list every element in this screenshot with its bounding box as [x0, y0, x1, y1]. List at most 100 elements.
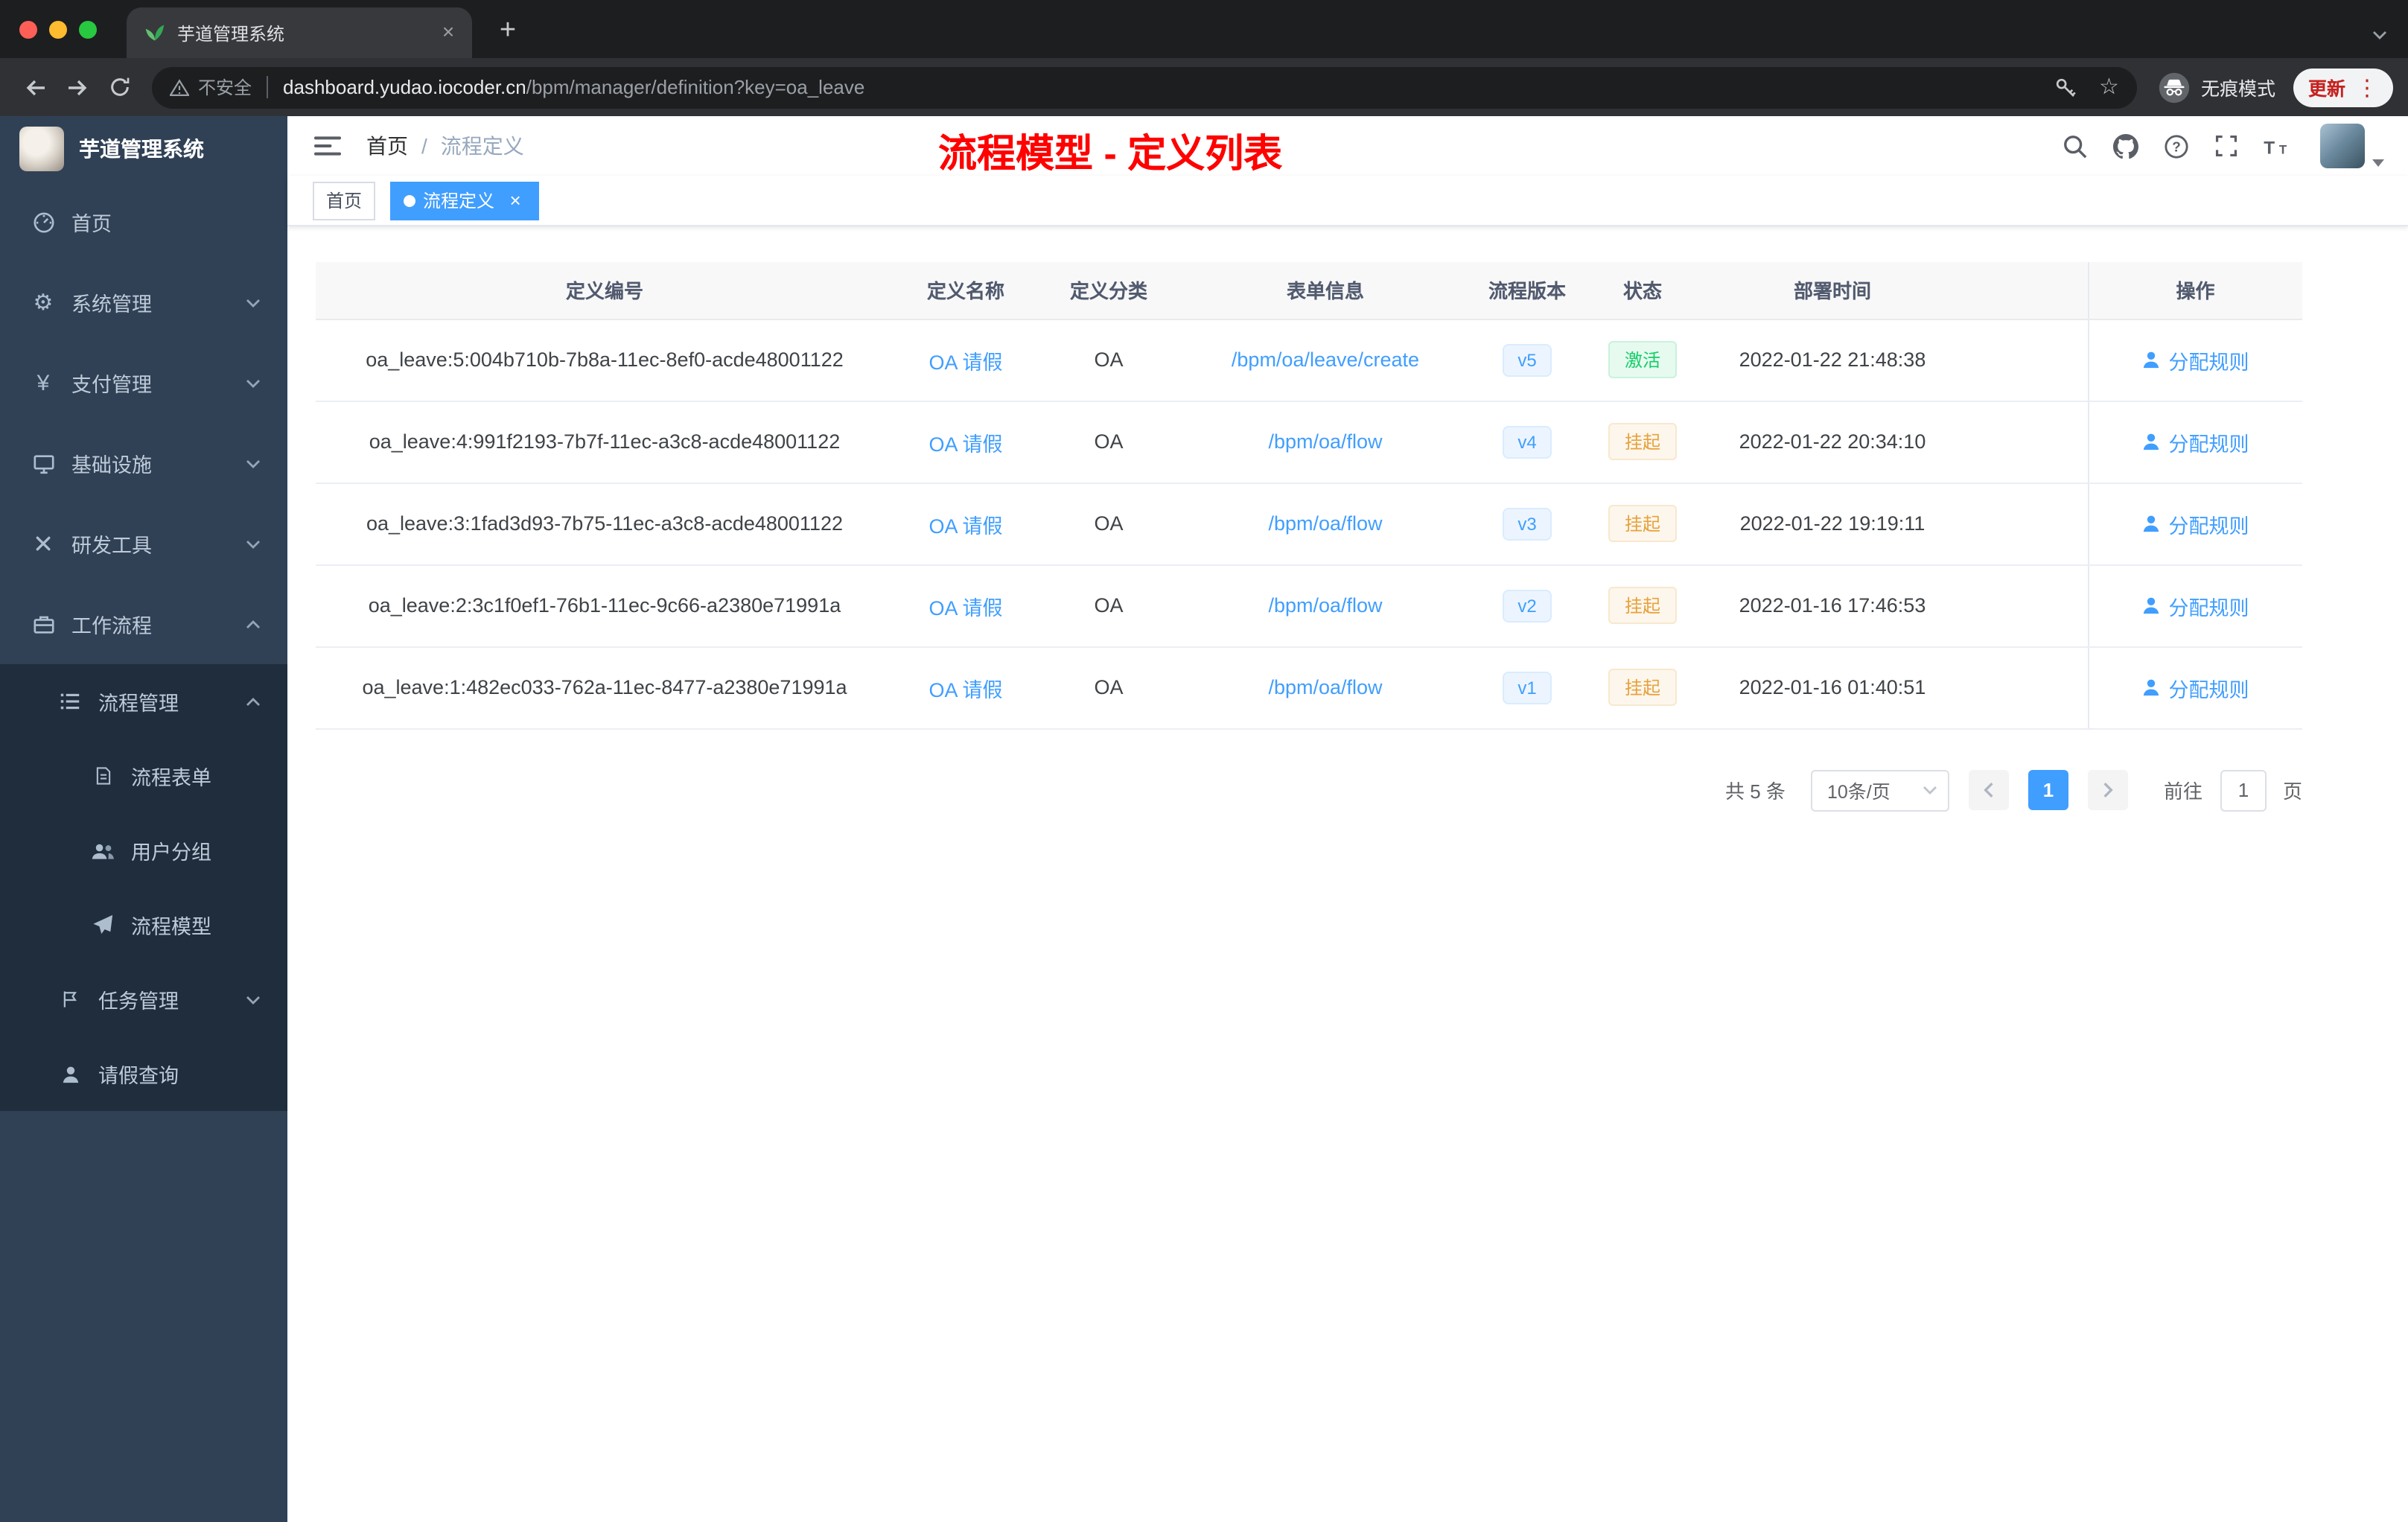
bookmark-star-icon[interactable]: ☆	[2099, 76, 2119, 98]
new-tab-button[interactable]: +	[487, 10, 529, 52]
top-navbar: 首页 / 流程定义 流程模型 - 定义列表 ? TT	[287, 116, 2408, 176]
column-header-version: 流程版本	[1471, 262, 1583, 319]
sidebar-item-system[interactable]: ⚙ 系统管理	[0, 262, 287, 343]
tab-close-icon[interactable]: ×	[436, 20, 460, 45]
goto-page-input[interactable]	[2220, 769, 2267, 811]
page-number-button[interactable]: 1	[2028, 770, 2068, 810]
definition-name-link[interactable]: OA 请假	[929, 351, 1002, 373]
assign-rule-label: 分配规则	[2168, 596, 2249, 619]
assign-rule-link[interactable]: 分配规则	[2142, 345, 2249, 375]
url-text: dashboard.yudao.iocoder.cn/bpm/manager/d…	[283, 76, 864, 98]
form-info-link[interactable]: /bpm/oa/flow	[1268, 512, 1382, 535]
github-icon[interactable]	[2113, 133, 2138, 159]
sidebar-filler	[0, 1111, 287, 1522]
user-menu[interactable]	[2320, 124, 2384, 168]
address-bar[interactable]: 不安全 dashboard.yudao.iocoder.cn/bpm/manag…	[152, 66, 2137, 108]
browser-update-button[interactable]: 更新 ⋮	[2293, 68, 2393, 106]
form-info-link[interactable]: /bpm/oa/flow	[1268, 676, 1382, 698]
definition-name-link[interactable]: OA 请假	[929, 433, 1002, 455]
sidebar-item-home[interactable]: 首页	[0, 182, 287, 262]
fullscreen-icon[interactable]	[2214, 134, 2238, 158]
breadcrumb-home[interactable]: 首页	[366, 131, 408, 161]
sidebar-item-leave-query[interactable]: 请假查询	[0, 1037, 287, 1111]
search-icon[interactable]	[2063, 133, 2088, 159]
deploy-time: 2022-01-16 01:40:51	[1739, 676, 1926, 698]
definition-name-link[interactable]: OA 请假	[929, 678, 1002, 701]
gear-icon: ⚙	[33, 290, 54, 315]
sidebar-item-label: 流程模型	[131, 916, 211, 938]
assign-rule-link[interactable]: 分配规则	[2142, 590, 2249, 620]
sidebar-item-task-management[interactable]: 任务管理	[0, 962, 287, 1037]
close-window-button[interactable]	[19, 21, 37, 39]
browser-menu-dots-icon[interactable]: ⋮	[2356, 74, 2378, 101]
minimize-window-button[interactable]	[49, 21, 67, 39]
status-badge: 挂起	[1608, 669, 1677, 706]
column-header-id: 定义编号	[316, 262, 894, 319]
tab-search-chevron-icon[interactable]	[2372, 30, 2387, 40]
assign-rule-link[interactable]: 分配规则	[2142, 427, 2249, 456]
sidebar-item-process-models[interactable]: 流程模型	[0, 888, 287, 962]
form-info-link[interactable]: /bpm/oa/leave/create	[1232, 348, 1419, 371]
sidebar-item-workflow[interactable]: 工作流程	[0, 584, 287, 664]
assign-rule-link[interactable]: 分配规则	[2142, 509, 2249, 538]
maximize-window-button[interactable]	[79, 21, 97, 39]
password-key-icon[interactable]	[2053, 75, 2077, 99]
version-badge: v1	[1503, 671, 1552, 704]
table-header-row: 定义编号 定义名称 定义分类 表单信息 流程版本 状态 部署时间 操作	[316, 262, 2302, 319]
font-size-icon[interactable]: TT	[2264, 135, 2292, 157]
sidebar-item-user-groups[interactable]: 用户分组	[0, 813, 287, 888]
browser-toolbar: 不安全 dashboard.yudao.iocoder.cn/bpm/manag…	[0, 58, 2408, 116]
forward-button[interactable]	[57, 66, 98, 108]
assign-rule-label: 分配规则	[2168, 433, 2249, 455]
definition-id: oa_leave:1:482ec033-762a-11ec-8477-a2380…	[362, 676, 847, 698]
chevron-down-icon	[246, 297, 261, 308]
tag-close-icon[interactable]: ×	[505, 190, 526, 211]
status-badge: 挂起	[1608, 505, 1677, 542]
update-label: 更新	[2307, 79, 2345, 100]
breadcrumb: 首页 / 流程定义	[366, 131, 524, 161]
sidebar-item-label: 工作流程	[71, 615, 152, 637]
version-badge: v2	[1503, 589, 1552, 622]
help-icon[interactable]: ?	[2164, 133, 2189, 159]
svg-text:?: ?	[2172, 138, 2181, 154]
deploy-time: 2022-01-16 17:46:53	[1739, 594, 1926, 617]
definition-name-link[interactable]: OA 请假	[929, 515, 1002, 537]
back-button[interactable]	[15, 66, 57, 108]
form-info-link[interactable]: /bpm/oa/flow	[1268, 430, 1382, 453]
chevron-up-icon	[246, 696, 261, 707]
column-header-name: 定义名称	[894, 262, 1038, 319]
definition-id: oa_leave:4:991f2193-7b7f-11ec-a3c8-acde4…	[369, 430, 841, 453]
sidebar-item-label: 流程管理	[98, 692, 179, 715]
assign-rule-link[interactable]: 分配规则	[2142, 672, 2249, 702]
caret-down-icon	[2372, 159, 2384, 168]
definition-name-link[interactable]: OA 请假	[929, 596, 1002, 619]
sidebar-item-label: 支付管理	[71, 374, 152, 396]
content-area: 定义编号 定义名称 定义分类 表单信息 流程版本 状态 部署时间 操作 oa_l…	[287, 226, 2408, 1522]
tag-process-definition[interactable]: 流程定义 ×	[390, 181, 540, 220]
sidebar-item-process-forms[interactable]: 流程表单	[0, 739, 287, 813]
page-size-select[interactable]: 10条/页	[1810, 769, 1949, 811]
sidebar-item-devtools[interactable]: 研发工具	[0, 503, 287, 584]
sidebar-item-label: 请假查询	[98, 1065, 179, 1087]
sidebar-item-infrastructure[interactable]: 基础设施	[0, 423, 287, 503]
version-badge: v4	[1503, 425, 1552, 458]
sidebar-item-process-management[interactable]: 流程管理	[0, 664, 287, 739]
url-domain: dashboard.yudao.iocoder.cn	[283, 76, 526, 98]
avatar[interactable]	[2320, 124, 2365, 168]
definition-id: oa_leave:5:004b710b-7b8a-11ec-8ef0-acde4…	[366, 348, 844, 371]
browser-tab[interactable]: 芋道管理系统 ×	[127, 7, 472, 58]
tag-home[interactable]: 首页	[313, 181, 376, 220]
sidebar-logo[interactable]: 芋道管理系统	[0, 116, 287, 182]
next-page-button[interactable]	[2087, 770, 2128, 810]
security-status[interactable]: 不安全	[170, 74, 252, 100]
reload-button[interactable]	[98, 66, 140, 108]
assign-rule-label: 分配规则	[2168, 515, 2249, 537]
hamburger-icon[interactable]	[314, 134, 341, 158]
chevron-down-icon	[246, 458, 261, 468]
deploy-time: 2022-01-22 20:34:10	[1739, 430, 1926, 453]
sidebar-item-payment[interactable]: ¥ 支付管理	[0, 343, 287, 423]
column-header-status: 状态	[1583, 262, 1702, 319]
form-info-link[interactable]: /bpm/oa/flow	[1268, 594, 1382, 617]
prev-page-button[interactable]	[1968, 770, 2009, 810]
column-header-category: 定义分类	[1038, 262, 1179, 319]
